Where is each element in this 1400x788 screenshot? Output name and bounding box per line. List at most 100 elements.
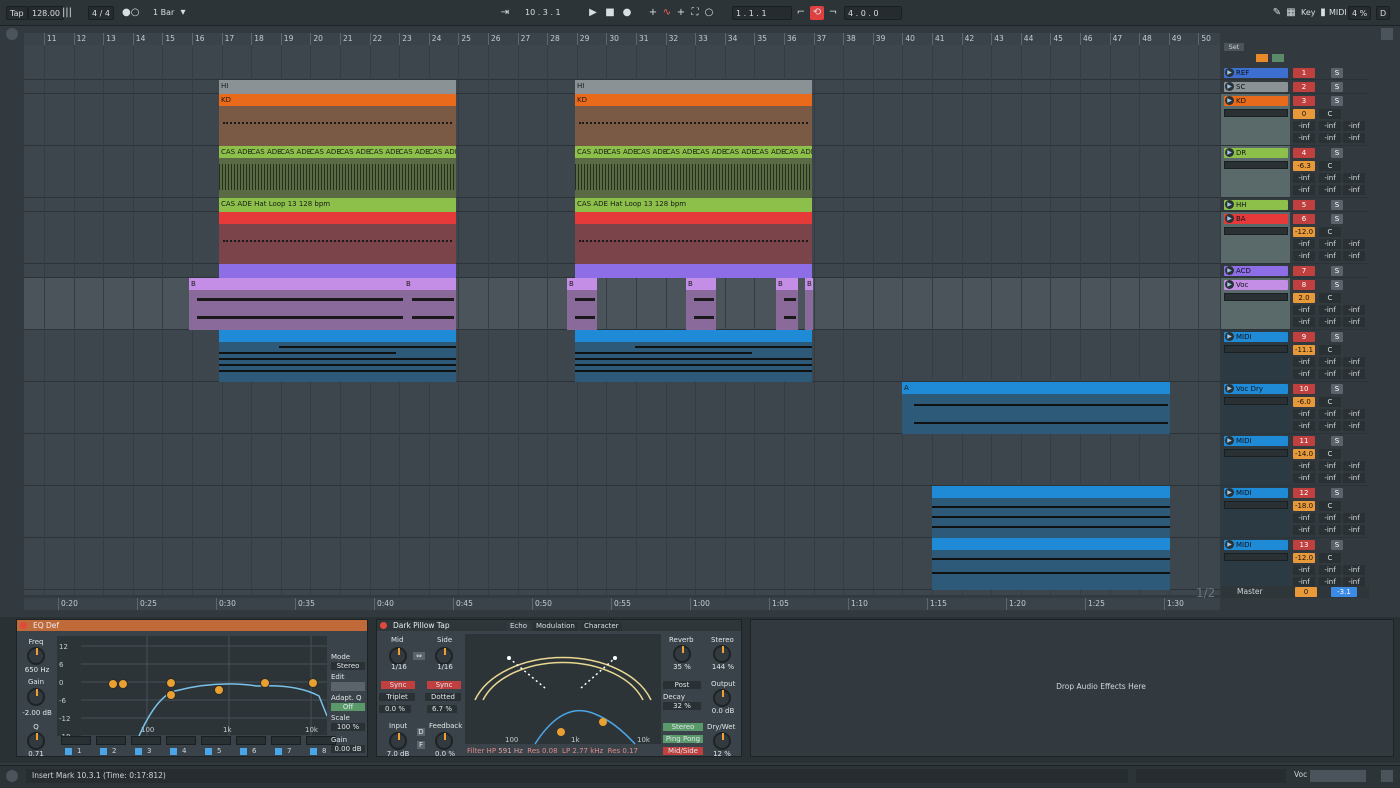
info-toggle-icon[interactable]	[6, 770, 18, 782]
band-filter-select[interactable]	[61, 736, 91, 745]
fold-arrow-icon[interactable]: ▶	[1225, 214, 1234, 223]
play-icon[interactable]: ▶	[586, 6, 600, 20]
send-field[interactable]: -inf	[1319, 357, 1341, 367]
master-track[interactable]: Master 0 -3.1	[1221, 586, 1369, 598]
send-field[interactable]: -inf	[1343, 369, 1365, 379]
band-filter-select[interactable]	[271, 736, 301, 745]
clip[interactable]	[932, 538, 1170, 582]
mid-mode-select[interactable]: Triplet	[379, 693, 415, 701]
clip[interactable]: CAS ADE Hat Loop 13 128 bpm	[219, 198, 456, 212]
lock-icon[interactable]	[1256, 54, 1268, 62]
clip[interactable]: CAS ADE CAS ADE CAS ADE CAS ADE CAS ADE CAS A…	[219, 146, 456, 198]
band-enable-checkbox[interactable]	[240, 748, 247, 755]
delay-tab[interactable]: Character	[581, 622, 622, 631]
edit-toggle[interactable]	[331, 682, 365, 691]
send-field[interactable]: -inf	[1343, 513, 1365, 523]
clip[interactable]: B	[567, 278, 597, 330]
fold-arrow-icon[interactable]: ▶	[1225, 82, 1234, 91]
input-knob[interactable]	[389, 732, 407, 750]
track-header[interactable]: ▶ SC	[1221, 80, 1290, 94]
band-enable-checkbox[interactable]	[100, 748, 107, 755]
master-volume[interactable]: 0	[1295, 587, 1317, 597]
side-value[interactable]: 1/16	[435, 663, 455, 671]
pan-field[interactable]: C	[1319, 397, 1341, 407]
solo-button[interactable]: S	[1331, 280, 1343, 290]
send-field[interactable]: -inf	[1319, 133, 1341, 143]
track-number[interactable]: 10	[1293, 384, 1315, 394]
band-filter-select[interactable]	[131, 736, 161, 745]
quantize-menu[interactable]: 1 Bar	[150, 6, 177, 20]
pan-field[interactable]: C	[1319, 345, 1341, 355]
reverb-knob[interactable]	[673, 645, 691, 663]
midside-button[interactable]: Mid/Side	[663, 747, 703, 755]
fold-arrow-icon[interactable]: ▶	[1225, 200, 1234, 209]
band-filter-select[interactable]	[236, 736, 266, 745]
send-field[interactable]: -inf	[1343, 565, 1365, 575]
time-signature[interactable]: 4 / 4	[88, 6, 114, 20]
stereo-knob[interactable]	[713, 645, 731, 663]
punch-out-icon[interactable]: ¬	[826, 6, 840, 20]
mode-select[interactable]: Stereo	[331, 662, 365, 670]
solo-button[interactable]: S	[1331, 266, 1343, 276]
pingpong-button[interactable]: Ping Pong	[663, 735, 703, 743]
track-name[interactable]: ▶ REF	[1224, 68, 1288, 78]
send-field[interactable]: -inf	[1343, 251, 1365, 261]
arrangement-view[interactable]: HI KD CAS ADE CAS ADE CAS ADE CAS ADE CAS ADE C…	[24, 45, 1220, 595]
clip[interactable]: B	[189, 278, 405, 330]
output-value[interactable]: 0.0 dB	[709, 707, 737, 715]
send-field[interactable]: -inf	[1343, 525, 1365, 535]
tempo-field[interactable]: 128.00	[28, 6, 64, 20]
track-input-slot[interactable]	[1224, 109, 1288, 117]
loop-icon[interactable]: ⟲	[810, 6, 824, 20]
eq-band-handle[interactable]	[166, 690, 176, 700]
send-field[interactable]: -inf	[1319, 305, 1341, 315]
follow-icon[interactable]: ⇥	[498, 6, 512, 20]
decay-value[interactable]: 32 %	[663, 702, 701, 710]
clip[interactable]: KD	[575, 94, 812, 146]
send-field[interactable]: -inf	[1293, 409, 1315, 419]
send-field[interactable]: -inf	[1319, 185, 1341, 195]
power-icon[interactable]	[380, 622, 387, 629]
clip[interactable]: B	[686, 278, 716, 330]
add-icon[interactable]: +	[674, 6, 688, 20]
clip[interactable]: B	[776, 278, 798, 330]
output-knob[interactable]	[713, 689, 731, 707]
track-number[interactable]: 6	[1293, 214, 1315, 224]
volume-field[interactable]: -12.0	[1293, 553, 1315, 563]
fold-arrow-icon[interactable]: ▶	[1225, 436, 1234, 445]
filter-readout[interactable]: Filter HP 591 Hz Res 0.08 LP 2.77 kHz Re…	[467, 747, 638, 755]
send-field[interactable]: -inf	[1319, 121, 1341, 131]
clip[interactable]	[219, 264, 456, 278]
band-enable-checkbox[interactable]	[135, 748, 142, 755]
send-field[interactable]: -inf	[1293, 369, 1315, 379]
draw-mode-icon[interactable]: ✎	[1270, 6, 1284, 20]
fold-arrow-icon[interactable]: ▶	[1225, 384, 1234, 393]
track-header[interactable]: ▶ MIDI	[1221, 330, 1290, 382]
freq-value[interactable]: 650 Hz	[19, 666, 55, 674]
send-field[interactable]: -inf	[1293, 421, 1315, 431]
echo-display[interactable]: 100 1k 10k	[465, 634, 661, 754]
fold-arrow-icon[interactable]: ▶	[1225, 540, 1234, 549]
eq-band-handle[interactable]	[308, 678, 318, 688]
drywet-value[interactable]: 12 %	[711, 750, 733, 758]
capture-icon[interactable]: ⛶	[688, 6, 702, 20]
track-name[interactable]: ▶ Voc	[1224, 280, 1288, 290]
solo-button[interactable]: S	[1331, 200, 1343, 210]
track-number[interactable]: 4	[1293, 148, 1315, 158]
beat-ruler[interactable]: 11 12 13 14 15 16 17 18 19 20 21 22 23 24 25 26 27 28 29 30…	[24, 33, 1220, 45]
track-header[interactable]: ▶ MIDI	[1221, 538, 1290, 590]
eq-band-handle[interactable]	[260, 678, 270, 688]
send-field[interactable]: -inf	[1319, 369, 1341, 379]
fold-arrow-icon[interactable]: ▶	[1225, 96, 1234, 105]
volume-field[interactable]: -18.0	[1293, 501, 1315, 511]
adapt-q-toggle[interactable]: Off	[331, 703, 365, 711]
clip[interactable]	[575, 212, 812, 264]
pan-field[interactable]: C	[1319, 553, 1341, 563]
track-number[interactable]: 2	[1293, 82, 1315, 92]
d-button[interactable]: D	[417, 728, 425, 736]
send-field[interactable]: -inf	[1319, 173, 1341, 183]
fold-arrow-icon[interactable]: ▶	[1225, 280, 1234, 289]
band-enable-checkbox[interactable]	[170, 748, 177, 755]
volume-field[interactable]: -12.0	[1293, 227, 1315, 237]
send-field[interactable]: -inf	[1343, 133, 1365, 143]
